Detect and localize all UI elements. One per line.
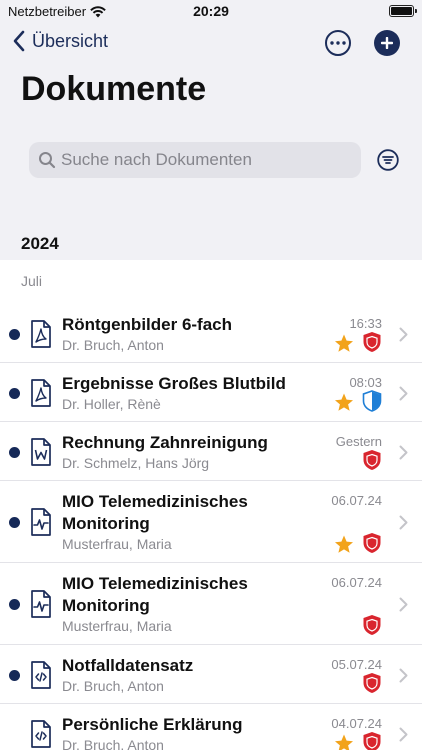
back-label: Übersicht (32, 30, 109, 51)
document-row[interactable]: MIO Telemedizinisches Monitoring Musterfr… (0, 481, 422, 563)
document-title: MIO Telemedizinisches Monitoring (62, 492, 248, 533)
unread-indicator (9, 328, 20, 340)
document-author: Dr. Bruch, Anton (62, 678, 164, 694)
status-time: 20:29 (193, 3, 229, 19)
year-header: 2024 (21, 234, 59, 253)
pdf-file-icon (31, 319, 51, 348)
red-shield-icon (363, 533, 381, 553)
search-placeholder: Suche nach Dokumenten (61, 150, 252, 169)
search-icon (39, 152, 56, 169)
unread-indicator (9, 599, 20, 610)
filter-icon[interactable] (377, 149, 399, 171)
document-date: Gestern (335, 434, 382, 449)
word-file-icon (31, 437, 51, 466)
document-row[interactable]: MIO Telemedizinisches Monitoring Musterfr… (0, 563, 422, 645)
document-row[interactable]: Rechnung Zahnreinigung Dr. Schmelz, Hans … (0, 422, 422, 481)
document-list: Juli Röntgenbilder 6-fach Dr. Bruch, Anto… (0, 260, 422, 750)
battery-icon (389, 5, 417, 17)
chevron-left-icon (13, 30, 25, 52)
chevron-right-icon (399, 445, 408, 459)
favorite-star-icon (335, 393, 353, 411)
unread-indicator (9, 517, 20, 528)
code-file-icon (31, 660, 51, 689)
unread-indicator (9, 669, 20, 681)
chevron-right-icon (399, 727, 408, 741)
document-date: 06.07.24 (331, 575, 382, 590)
unread-indicator (9, 446, 20, 458)
red-shield-icon (363, 732, 381, 750)
month-header: Juli (21, 273, 43, 289)
document-author: Dr. Bruch, Anton (62, 737, 164, 750)
red-shield-icon (363, 450, 381, 470)
document-title: Röntgenbilder 6-fach (62, 315, 233, 334)
search-input[interactable]: Suche nach Dokumenten (29, 142, 361, 178)
code-file-icon (31, 719, 51, 748)
document-date: 04.07.24 (331, 716, 382, 731)
document-title: Persönliche Erklärung (62, 715, 243, 734)
ellipsis-icon (330, 41, 346, 45)
document-date: 06.07.24 (331, 493, 382, 508)
add-document-button[interactable] (374, 30, 400, 56)
document-date: 08:03 (349, 375, 382, 390)
chevron-right-icon (399, 327, 408, 341)
document-author: Dr. Bruch, Anton (62, 337, 164, 353)
back-button[interactable]: Übersicht (12, 30, 108, 52)
document-author: Dr. Schmelz, Hans Jörg (62, 455, 210, 471)
navigation-bar: Übersicht (0, 26, 422, 62)
pdf-file-icon (31, 378, 51, 407)
red-shield-icon (363, 615, 381, 635)
pulse-file-icon (31, 508, 51, 536)
unread-indicator (9, 387, 20, 399)
chevron-right-icon (399, 668, 408, 682)
blue-shield-icon (362, 390, 382, 412)
document-title: Rechnung Zahnreinigung (62, 433, 268, 452)
document-row[interactable]: Notfalldatensatz Dr. Bruch, Anton 05.07.24 (0, 645, 422, 704)
plus-icon (381, 37, 393, 49)
chevron-right-icon (399, 597, 408, 612)
document-title: Notfalldatensatz (62, 656, 194, 675)
favorite-star-icon (335, 334, 353, 352)
page-title: Dokumente (21, 70, 207, 108)
pulse-file-icon (31, 590, 51, 618)
document-row[interactable]: Ergebnisse Großes Blutbild Dr. Holler, Rè… (0, 363, 422, 422)
search-row: Suche nach Dokumenten (0, 122, 422, 196)
more-options-button[interactable] (325, 30, 351, 56)
document-title: Ergebnisse Großes Blutbild (62, 374, 286, 393)
favorite-star-icon (335, 535, 353, 553)
document-title: MIO Telemedizinisches Monitoring (62, 574, 248, 615)
document-author: Musterfrau, Maria (62, 536, 172, 552)
red-shield-icon (363, 673, 381, 693)
chevron-right-icon (399, 515, 408, 530)
document-date: 05.07.24 (331, 657, 382, 672)
favorite-star-icon (335, 734, 353, 750)
document-date: 16:33 (349, 316, 382, 331)
document-row[interactable]: Persönliche Erklärung Dr. Bruch, Anton 04.… (0, 704, 422, 750)
document-author: Musterfrau, Maria (62, 618, 172, 634)
document-row[interactable]: Röntgenbilder 6-fach Dr. Bruch, Anton 16:3… (0, 304, 422, 363)
chevron-right-icon (399, 386, 408, 400)
document-author: Dr. Holler, Rènè (62, 396, 161, 412)
red-shield-icon (363, 332, 381, 352)
status-bar: Netzbetreiber 20:29 (0, 0, 422, 26)
